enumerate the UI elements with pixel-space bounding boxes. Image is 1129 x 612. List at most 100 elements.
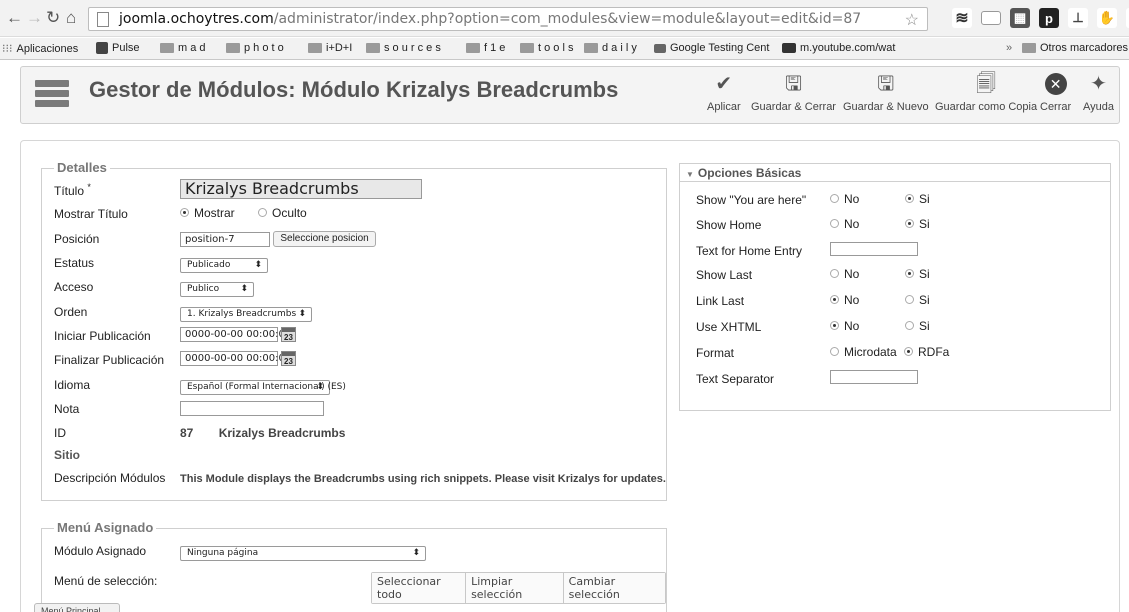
save-new-icon: 🖫 bbox=[877, 73, 895, 95]
radio-no[interactable] bbox=[830, 219, 839, 229]
pressure-extension-icon[interactable]: ⊥ bbox=[1068, 8, 1088, 28]
layers-extension-icon[interactable]: ≋ bbox=[952, 8, 972, 28]
id-module-name: Krizalys Breadcrumbs bbox=[218, 426, 346, 440]
show-title-label: Mostrar Título bbox=[54, 207, 128, 221]
bookmark-folder-tools[interactable]: t o o l s bbox=[520, 42, 573, 54]
radio-no[interactable] bbox=[830, 295, 839, 305]
module-toolbar: Gestor de Módulos: Módulo Krizalys Bread… bbox=[20, 66, 1120, 124]
bookmark-youtube[interactable]: m.youtube.com/wat bbox=[782, 42, 895, 54]
folder-icon bbox=[466, 43, 480, 53]
close-button[interactable]: ✕ Cerrar bbox=[1040, 73, 1071, 113]
page-icon bbox=[97, 12, 109, 27]
selection-button-group: Seleccionar todo Limpiar selección Cambi… bbox=[371, 572, 666, 604]
radio-si[interactable] bbox=[905, 219, 914, 229]
bookmark-folder-photo[interactable]: p h o t o bbox=[226, 42, 284, 54]
select-arrow-icon: ⬍ bbox=[412, 548, 420, 558]
details-fieldset: Detalles Título * Krizalys Breadcrumbs M… bbox=[41, 160, 667, 501]
radio-no[interactable] bbox=[830, 269, 839, 279]
bookmark-folder-f1e[interactable]: f 1 e bbox=[466, 42, 505, 54]
address-bar[interactable]: joomla.ochoytres.com/administrator/index… bbox=[88, 7, 928, 31]
assigned-select[interactable]: Ninguna página ⬍ bbox=[180, 546, 426, 561]
select-all-button[interactable]: Seleccionar todo bbox=[372, 573, 467, 603]
status-select[interactable]: Publicado ⬍ bbox=[180, 258, 268, 273]
apps-grid-icon: ⁝⁝⁝ bbox=[2, 43, 13, 55]
show-title-off-radio[interactable] bbox=[258, 208, 268, 218]
publish-down-input[interactable]: 0000-00-00 00:00:0 bbox=[180, 351, 285, 367]
description-value: This Module displays the Breadcrumbs usi… bbox=[180, 473, 666, 485]
help-button[interactable]: ✦ Ayuda bbox=[1083, 73, 1114, 113]
assigned-label: Módulo Asignado bbox=[54, 544, 147, 558]
save-copy-button[interactable]: 🗐 Guardar como Copia bbox=[935, 73, 1037, 113]
radio-no[interactable] bbox=[830, 194, 839, 204]
radio-no[interactable] bbox=[830, 321, 839, 331]
reload-icon[interactable]: ↻ bbox=[46, 9, 60, 27]
bookmark-apps[interactable]: ⁝⁝⁝ Aplicaciones bbox=[2, 42, 78, 56]
calendar-icon[interactable]: 23 bbox=[281, 327, 296, 343]
language-select[interactable]: Español (Formal Internacional) (ES) ⬍ bbox=[180, 380, 346, 395]
access-select[interactable]: Publico ⬍ bbox=[180, 282, 254, 297]
bookmark-google-testing[interactable]: Google Testing Cent bbox=[654, 42, 769, 54]
order-label: Orden bbox=[54, 305, 88, 319]
menu-selection-label: Menú de selección: bbox=[54, 574, 158, 588]
bookmark-pulse[interactable]: Pulse bbox=[96, 42, 140, 54]
save-new-button[interactable]: 🖫 Guardar & Nuevo bbox=[843, 73, 929, 113]
select-position-button[interactable]: Seleccione posicion bbox=[273, 231, 376, 247]
module-manager-icon bbox=[35, 80, 69, 112]
publish-down-label: Finalizar Publicación bbox=[54, 353, 165, 367]
details-legend: Detalles bbox=[54, 160, 110, 175]
folder-icon bbox=[584, 43, 598, 53]
radio-si[interactable] bbox=[905, 321, 914, 331]
home-icon[interactable]: ⌂ bbox=[66, 9, 76, 27]
bookmarks-more[interactable]: » bbox=[1006, 42, 1012, 54]
show-title-off-label: Oculto bbox=[272, 206, 307, 220]
bookmark-folder-daily[interactable]: d a i l y bbox=[584, 42, 637, 54]
bookmark-folder-sources[interactable]: s o u r c e s bbox=[366, 42, 441, 54]
save-icon: 🖫 bbox=[784, 73, 803, 95]
position-label: Posición bbox=[54, 232, 100, 246]
radio-si[interactable] bbox=[905, 194, 914, 204]
folder-icon bbox=[1022, 43, 1036, 53]
collapse-triangle-icon: ▼ bbox=[686, 170, 694, 179]
folder-icon bbox=[308, 43, 322, 53]
title-input[interactable]: Krizalys Breadcrumbs bbox=[180, 179, 422, 199]
forward-arrow-icon[interactable]: → bbox=[26, 9, 43, 27]
show-title-on-radio[interactable] bbox=[180, 208, 189, 218]
folder-icon bbox=[226, 43, 240, 53]
order-select[interactable]: 1. Krizalys Breadcrumbs ⬍ bbox=[180, 307, 312, 322]
title-label: Título bbox=[54, 184, 85, 198]
checkmark-icon: ✔ bbox=[715, 73, 733, 95]
apply-button[interactable]: ✔ Aplicar bbox=[707, 73, 741, 113]
hand-extension-icon[interactable]: ✋ bbox=[1097, 8, 1117, 28]
help-lifebuoy-icon: ✦ bbox=[1090, 73, 1107, 95]
home-text-input[interactable] bbox=[830, 242, 918, 256]
save-close-button[interactable]: 🖫 Guardar & Cerrar bbox=[751, 73, 836, 113]
pinterest-extension-icon[interactable]: p bbox=[1039, 8, 1059, 28]
bookmark-folder-idi[interactable]: i+D+I bbox=[308, 42, 352, 54]
menu-tab-main[interactable]: Menú Principal bbox=[34, 603, 120, 612]
menu-assignment-fieldset: Menú Asignado Módulo Asignado Ninguna pá… bbox=[41, 520, 667, 612]
mail-extension-icon[interactable] bbox=[981, 11, 1001, 25]
clear-selection-button[interactable]: Limpiar selección bbox=[466, 573, 564, 603]
description-label: Descripción Módulos bbox=[54, 471, 166, 485]
back-arrow-icon[interactable]: ← bbox=[6, 9, 23, 27]
radio-rdfa[interactable] bbox=[904, 347, 913, 357]
publish-up-input[interactable]: 0000-00-00 00:00:0 bbox=[180, 327, 285, 343]
basic-options-panel: ▼ Opciones Básicas Show "You are here" No… bbox=[679, 163, 1111, 411]
radio-si[interactable] bbox=[905, 295, 914, 305]
radio-microdata[interactable] bbox=[830, 347, 839, 357]
id-label: ID bbox=[54, 426, 66, 440]
save-copy-icon: 🗐 bbox=[976, 73, 997, 95]
toggle-selection-button[interactable]: Cambiar selección bbox=[563, 573, 665, 603]
position-input[interactable]: position-7 bbox=[180, 231, 270, 247]
calendar-icon[interactable]: 23 bbox=[281, 351, 296, 367]
separator-input[interactable] bbox=[830, 370, 918, 384]
testing-icon bbox=[654, 43, 666, 53]
bookmark-other[interactable]: Otros marcadores bbox=[1022, 42, 1128, 54]
id-value: 87 bbox=[180, 426, 194, 440]
radio-si[interactable] bbox=[905, 269, 914, 279]
chart-extension-icon[interactable]: ▦ bbox=[1010, 8, 1030, 28]
note-input[interactable] bbox=[180, 401, 324, 417]
bookmark-folder-mad[interactable]: m a d bbox=[160, 42, 206, 54]
basic-options-header[interactable]: ▼ Opciones Básicas bbox=[680, 164, 1110, 182]
bookmark-star-icon[interactable]: ☆ bbox=[905, 10, 919, 30]
